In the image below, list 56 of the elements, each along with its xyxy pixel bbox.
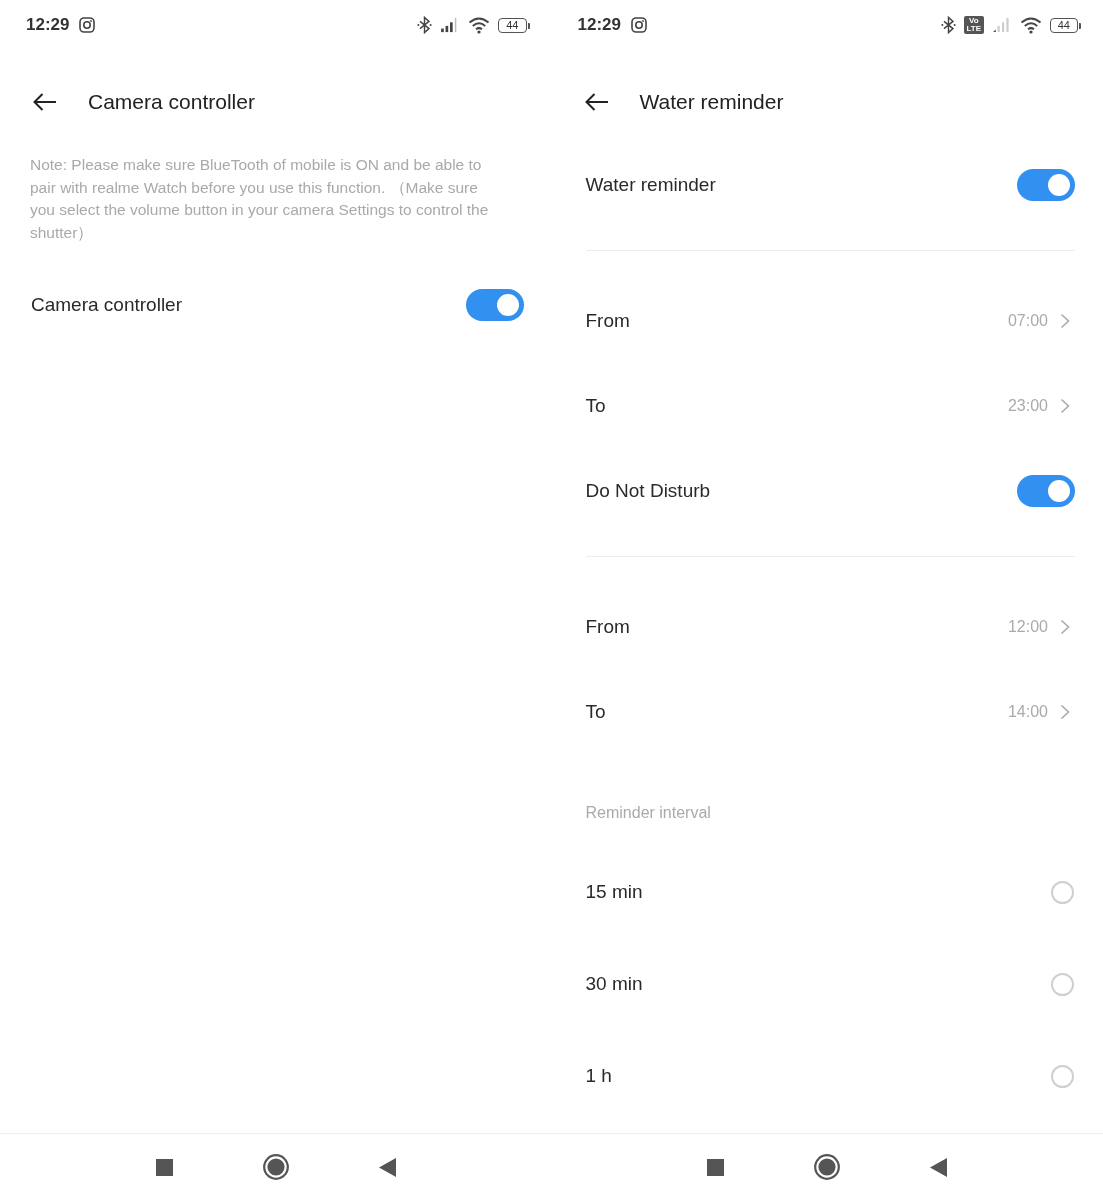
arrow-left-icon	[584, 93, 609, 111]
home-button[interactable]	[262, 1154, 289, 1180]
square-icon	[155, 1158, 173, 1176]
setting-label: Camera controller	[31, 294, 183, 317]
recents-button[interactable]	[707, 1158, 725, 1176]
radio-button[interactable]	[1051, 880, 1074, 904]
setting-label: Water reminder	[585, 173, 717, 196]
home-button[interactable]	[814, 1154, 841, 1180]
camera-glyph-icon	[631, 17, 647, 33]
wifi-icon	[468, 16, 491, 34]
chevron-right-icon	[1060, 312, 1070, 329]
option-label: 1 h	[585, 1065, 613, 1087]
toggle-switch[interactable]	[465, 289, 524, 322]
wifi-icon	[1019, 16, 1042, 34]
bluetooth-icon	[417, 16, 433, 34]
setting-label: To	[585, 394, 607, 417]
page-title: Camera controller	[88, 90, 255, 114]
radio-button[interactable]	[1051, 972, 1074, 996]
time-value[interactable]: 14:00	[1007, 702, 1048, 721]
status-time: 12:29	[577, 15, 621, 35]
triangle-left-icon	[930, 1157, 948, 1177]
camera-glyph-icon	[79, 17, 96, 33]
chevron-right-icon	[1060, 397, 1070, 414]
option-label: 30 min	[585, 973, 644, 995]
setting-label: Do Not Disturb	[585, 479, 712, 502]
toggle-switch[interactable]	[1017, 474, 1075, 507]
bluetooth-icon	[940, 16, 956, 34]
setting-label: From	[585, 309, 631, 332]
signal-bars-icon	[991, 17, 1012, 33]
triangle-left-icon	[378, 1157, 396, 1177]
time-value[interactable]: 23:00	[1007, 396, 1048, 415]
battery-indicator: 44	[498, 17, 527, 33]
square-icon	[707, 1158, 725, 1176]
back-button[interactable]	[584, 92, 611, 112]
time-value[interactable]: 12:00	[1007, 617, 1048, 636]
circle-icon	[814, 1154, 841, 1180]
status-time: 12:29	[26, 15, 70, 35]
circle-icon	[262, 1154, 289, 1180]
section-header: Reminder interval	[585, 803, 712, 823]
setting-label: From	[585, 615, 631, 638]
time-value[interactable]: 07:00	[1007, 311, 1048, 330]
back-nav-button[interactable]	[930, 1157, 948, 1177]
toggle-switch[interactable]	[1017, 168, 1075, 201]
note-text: Note: Please make sure BlueTooth of mobile is ON and be able to pair with realme Watch before you use this function. （Make sure you select the volume button in your camera Settings to control the shutter）	[30, 155, 490, 244]
option-label: 15 min	[585, 881, 644, 903]
battery-indicator: 44	[1049, 17, 1078, 33]
recents-button[interactable]	[155, 1158, 173, 1176]
radio-button[interactable]	[1051, 1064, 1074, 1088]
back-button[interactable]	[33, 92, 59, 112]
chevron-right-icon	[1060, 618, 1070, 635]
setting-label: To	[585, 700, 607, 723]
chevron-right-icon	[1060, 703, 1070, 720]
page-title: Water reminder	[639, 90, 784, 114]
arrow-left-icon	[33, 93, 57, 111]
volte-indicator: Vo LTE	[963, 16, 984, 34]
back-nav-button[interactable]	[378, 1157, 396, 1177]
